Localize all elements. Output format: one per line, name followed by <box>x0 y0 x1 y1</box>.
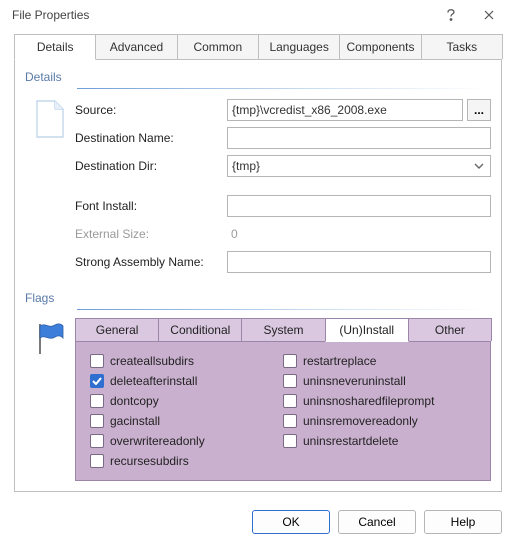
flags-main: General Conditional System (Un)Install O… <box>75 318 491 481</box>
flag-uninsneveruninstall[interactable]: uninsneveruninstall <box>283 374 476 388</box>
flag-label: dontcopy <box>110 394 159 408</box>
close-button[interactable] <box>470 0 508 30</box>
details-section: Source: ... Destination Name: Destin <box>25 97 491 283</box>
destdir-label: Destination Dir: <box>75 159 227 173</box>
destname-label: Destination Name: <box>75 131 227 145</box>
details-fields: Source: ... Destination Name: Destin <box>75 97 491 277</box>
flag-label: createallsubdirs <box>110 354 194 368</box>
fontinstall-input[interactable] <box>227 195 491 217</box>
flag-uninsnosharedfileprompt[interactable]: uninsnosharedfileprompt <box>283 394 476 408</box>
window-title: File Properties <box>12 8 432 22</box>
flag-deleteafterinstall[interactable]: deleteafterinstall <box>90 374 283 388</box>
chevron-down-icon <box>472 163 486 169</box>
flags-group-title: Flags <box>25 291 491 305</box>
ok-button[interactable]: OK <box>252 510 330 534</box>
strongasm-input[interactable] <box>227 251 491 273</box>
flags-section: General Conditional System (Un)Install O… <box>25 318 491 481</box>
source-input[interactable] <box>227 99 463 121</box>
flag-label: uninsnosharedfileprompt <box>303 394 434 408</box>
externalsize-label: External Size: <box>75 227 227 241</box>
tab-tasks[interactable]: Tasks <box>421 34 503 59</box>
flag-dontcopy[interactable]: dontcopy <box>90 394 283 408</box>
titlebar: File Properties <box>0 0 516 30</box>
destname-input[interactable] <box>227 127 491 149</box>
flag-createallsubdirs[interactable]: createallsubdirs <box>90 354 283 368</box>
subtab-general[interactable]: General <box>75 318 159 341</box>
tab-components[interactable]: Components <box>339 34 421 59</box>
subtab-system[interactable]: System <box>241 318 325 341</box>
flag-uninsremovereadonly[interactable]: uninsremovereadonly <box>283 414 476 428</box>
source-label: Source: <box>75 103 227 117</box>
flag-overwritereadonly[interactable]: overwritereadonly <box>90 434 283 448</box>
tab-common[interactable]: Common <box>177 34 259 59</box>
destdir-select[interactable]: {tmp} <box>227 155 491 177</box>
flag-recursesubdirs[interactable]: recursesubdirs <box>90 454 283 468</box>
dialog-content: Details Advanced Common Languages Compon… <box>0 30 516 500</box>
flags-panel: createallsubdirs deleteafterinstall dont… <box>75 342 491 481</box>
source-browse-button[interactable]: ... <box>467 99 491 121</box>
dialog-window: File Properties Details Advanced Common … <box>0 0 516 543</box>
strongasm-label: Strong Assembly Name: <box>75 255 227 269</box>
dialog-buttons: OK Cancel Help <box>0 500 516 546</box>
flag-gacinstall[interactable]: gacinstall <box>90 414 283 428</box>
tab-languages[interactable]: Languages <box>258 34 340 59</box>
divider <box>77 88 491 89</box>
externalsize-value: 0 <box>227 227 491 241</box>
subtab-uninstall[interactable]: (Un)Install <box>325 318 409 342</box>
destdir-value: {tmp} <box>232 159 472 173</box>
file-icon <box>25 97 75 277</box>
divider <box>77 309 491 310</box>
flag-label: uninsremovereadonly <box>303 414 418 428</box>
flag-label: overwritereadonly <box>110 434 205 448</box>
flag-label: uninsrestartdelete <box>303 434 398 448</box>
details-panel: Details Source: ... <box>14 60 502 492</box>
tab-advanced[interactable]: Advanced <box>95 34 177 59</box>
cancel-button[interactable]: Cancel <box>338 510 416 534</box>
flag-label: uninsneveruninstall <box>303 374 406 388</box>
flag-label: deleteafterinstall <box>110 374 197 388</box>
flag-label: gacinstall <box>110 414 160 428</box>
fontinstall-label: Font Install: <box>75 199 227 213</box>
flags-subtabbar: General Conditional System (Un)Install O… <box>75 318 491 342</box>
subtab-conditional[interactable]: Conditional <box>158 318 242 341</box>
flag-label: recursesubdirs <box>110 454 189 468</box>
flag-icon <box>25 318 75 481</box>
main-tabbar: Details Advanced Common Languages Compon… <box>14 34 502 60</box>
help-titlebar-button[interactable] <box>432 0 470 30</box>
flag-label: restartreplace <box>303 354 376 368</box>
flag-restartreplace[interactable]: restartreplace <box>283 354 476 368</box>
help-button[interactable]: Help <box>424 510 502 534</box>
flag-uninsrestartdelete[interactable]: uninsrestartdelete <box>283 434 476 448</box>
subtab-other[interactable]: Other <box>408 318 492 341</box>
tab-details[interactable]: Details <box>14 34 96 60</box>
details-group-title: Details <box>25 70 491 84</box>
